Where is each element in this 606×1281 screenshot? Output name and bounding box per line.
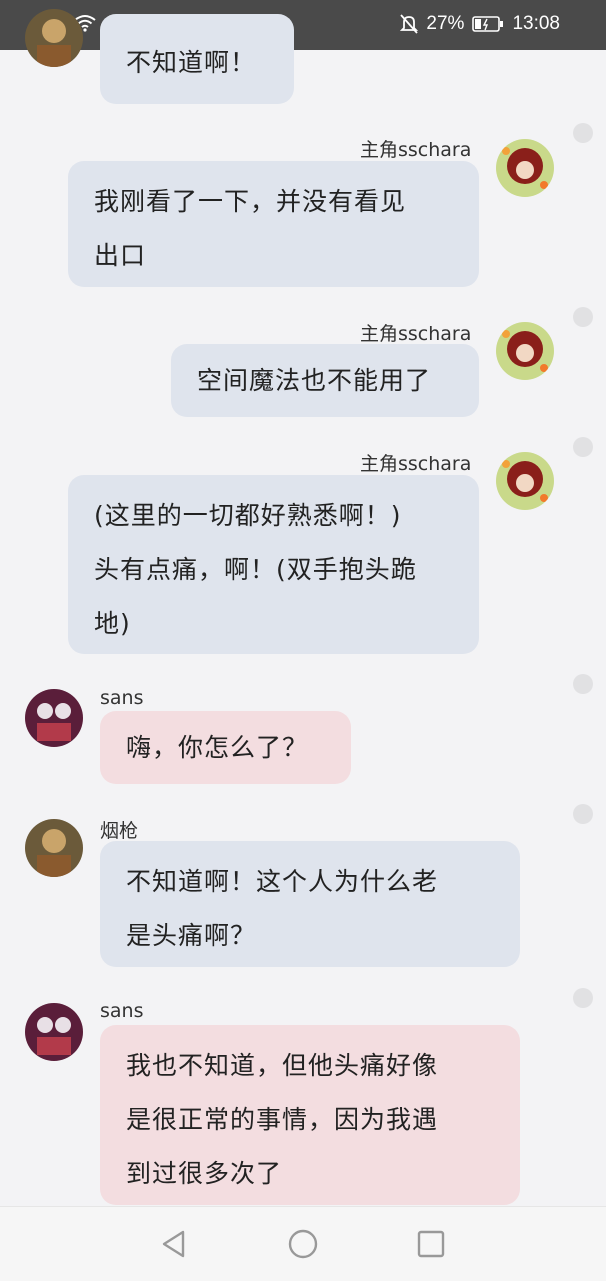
sender-name: sans (100, 687, 144, 709)
back-button[interactable] (157, 1227, 191, 1261)
avatar[interactable] (25, 9, 83, 67)
message-line: 地) (94, 609, 131, 638)
sender-name: sans (100, 1000, 144, 1022)
status-bar: 27% 13:08 (0, 0, 606, 50)
avatar[interactable] (496, 322, 554, 380)
avatar[interactable] (496, 139, 554, 197)
message-line: 我刚看了一下，并没有看见 (94, 187, 407, 216)
navigation-bar (0, 1206, 606, 1281)
read-indicator (573, 988, 593, 1008)
message-line: 我也不知道，但他头痛好像 (126, 1051, 439, 1080)
status-bar-right: 27% 13:08 (400, 13, 560, 35)
avatar[interactable] (25, 1003, 83, 1061)
message-bubble[interactable]: (这里的一切都好熟悉啊！) 头有点痛，啊！(双手抱头跪 地) (68, 475, 479, 654)
message-line: 是很正常的事情，因为我遇 (126, 1105, 439, 1134)
avatar[interactable] (25, 689, 83, 747)
read-indicator (573, 674, 593, 694)
read-indicator (573, 123, 593, 143)
home-circle-icon (288, 1229, 318, 1259)
sender-name: 主角sschara (360, 139, 472, 161)
message-line: 不知道啊！ (126, 48, 257, 77)
message-bubble[interactable]: 嗨，你怎么了？ (100, 711, 351, 784)
recents-button[interactable] (414, 1227, 448, 1261)
message-bubble[interactable]: 我也不知道，但他头痛好像 是很正常的事情，因为我遇 到过很多次了 (100, 1025, 520, 1205)
message-bubble[interactable]: 我刚看了一下，并没有看见 出口 (68, 161, 479, 287)
message-bubble[interactable]: 不知道啊！ (100, 14, 294, 104)
message-line: (这里的一切都好熟悉啊！) (94, 501, 402, 530)
recents-square-icon (417, 1230, 445, 1258)
read-indicator (573, 307, 593, 327)
message-line: 空间魔法也不能用了 (197, 366, 432, 395)
sender-name: 主角sschara (360, 453, 472, 475)
battery-icon (472, 15, 504, 33)
message-line: 嗨，你怎么了？ (126, 733, 309, 762)
message-line: 是头痛啊？ (126, 921, 257, 950)
message-line: 到过很多次了 (126, 1159, 283, 1188)
read-indicator (573, 437, 593, 457)
back-triangle-icon (162, 1230, 185, 1258)
read-indicator (573, 804, 593, 824)
sender-name: 主角sschara (360, 323, 472, 345)
message-bubble[interactable]: 不知道啊！这个人为什么老 是头痛啊？ (100, 841, 520, 967)
avatar[interactable] (496, 452, 554, 510)
battery-percent: 27% (426, 13, 465, 34)
message-bubble[interactable]: 空间魔法也不能用了 (171, 344, 479, 417)
sender-name: 烟枪 (100, 820, 139, 842)
message-line: 头有点痛，啊！(双手抱头跪 (94, 555, 417, 584)
message-line: 出口 (94, 241, 147, 270)
home-button[interactable] (286, 1227, 320, 1261)
avatar[interactable] (25, 819, 83, 877)
mute-bell-icon (400, 14, 419, 34)
clock: 13:08 (512, 13, 560, 34)
message-line: 不知道啊！这个人为什么老 (126, 867, 439, 896)
